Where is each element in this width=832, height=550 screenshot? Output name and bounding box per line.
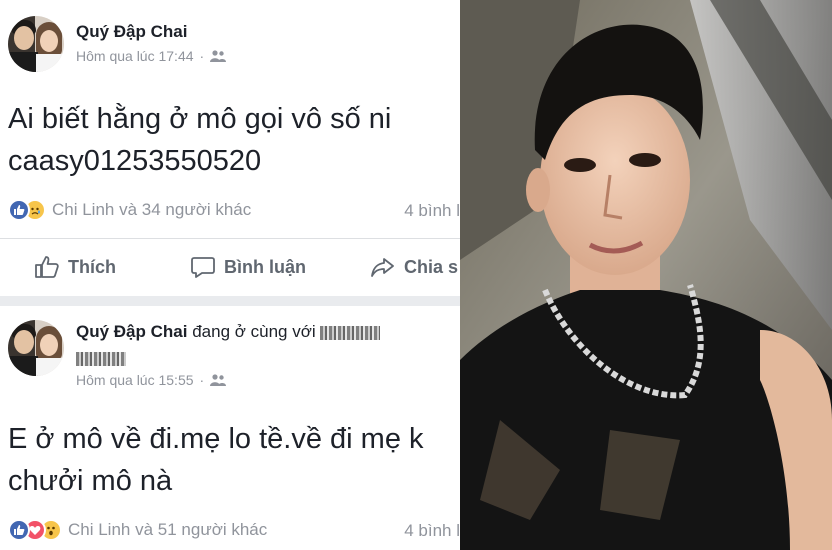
post-text-line: E ở mô về đi.mẹ lo tề.về đi mẹ k xyxy=(8,423,424,455)
post-meta: Hôm qua lúc 15:55 · xyxy=(76,372,227,388)
feed-separator xyxy=(0,296,460,306)
post-actions: Thích Bình luận Chia s xyxy=(0,248,460,288)
profile-photo xyxy=(460,0,832,550)
avatar[interactable] xyxy=(8,16,64,72)
like-icon xyxy=(8,519,30,541)
author-name-text[interactable]: Quý Đập Chai xyxy=(76,322,187,341)
post-time[interactable]: Hôm qua lúc 17:44 xyxy=(76,48,194,64)
author-name-text[interactable]: Quý Đập Chai xyxy=(76,22,187,41)
reactions-summary[interactable]: Chi Linh và 51 người khác xyxy=(8,519,267,541)
divider xyxy=(0,238,460,239)
post-text: Ai biết hằng ở mô gọi vô số ni caasy0125… xyxy=(8,98,391,182)
post-text-line: Ai biết hằng ở mô gọi vô số ni xyxy=(8,103,392,135)
author-name[interactable]: Quý Đập Chai xyxy=(76,22,187,42)
post-text-line: caasy01253550520 xyxy=(8,145,262,177)
share-button[interactable]: Chia s xyxy=(370,255,458,279)
like-icon xyxy=(8,199,30,221)
author-name[interactable]: Quý Đập Chai đang ở cùng với xyxy=(76,322,381,342)
blurred-tag-line xyxy=(76,350,126,368)
person-photo xyxy=(460,0,832,550)
reaction-names[interactable]: Chi Linh và 34 người khác xyxy=(52,200,251,220)
like-label: Thích xyxy=(68,256,116,277)
comments-count[interactable]: 4 bình l xyxy=(404,201,460,221)
reaction-names[interactable]: Chi Linh và 51 người khác xyxy=(68,520,267,540)
like-button[interactable]: Thích xyxy=(34,255,116,279)
share-label: Chia s xyxy=(404,256,459,277)
post-text-line: chưởi mô nà xyxy=(8,465,173,497)
comment-label: Bình luận xyxy=(224,256,306,277)
comment-icon xyxy=(191,257,215,278)
friends-icon xyxy=(210,374,227,386)
with-text: đang ở cùng với xyxy=(192,322,316,341)
friends-icon xyxy=(210,50,227,62)
share-icon xyxy=(371,258,394,277)
post-time[interactable]: Hôm qua lúc 15:55 xyxy=(76,372,194,388)
comments-count[interactable]: 4 bình l xyxy=(404,521,460,541)
avatar[interactable] xyxy=(8,320,64,376)
blurred-tag xyxy=(76,351,126,366)
post-text: E ở mô về đi.mẹ lo tề.về đi mẹ k chưởi m… xyxy=(8,418,424,502)
facebook-posts-column: Quý Đập Chai Hôm qua lúc 17:44 · Ai biết… xyxy=(0,0,460,550)
post-2: Quý Đập Chai đang ở cùng với Hôm qua lúc… xyxy=(0,306,460,550)
reactions-summary[interactable]: Chi Linh và 34 người khác xyxy=(8,199,251,221)
comment-button[interactable]: Bình luận xyxy=(190,255,306,279)
thumbs-up-icon xyxy=(35,256,59,278)
post-meta: Hôm qua lúc 17:44 · xyxy=(76,48,227,64)
post-1: Quý Đập Chai Hôm qua lúc 17:44 · Ai biết… xyxy=(0,0,460,296)
blurred-tag xyxy=(320,325,381,340)
